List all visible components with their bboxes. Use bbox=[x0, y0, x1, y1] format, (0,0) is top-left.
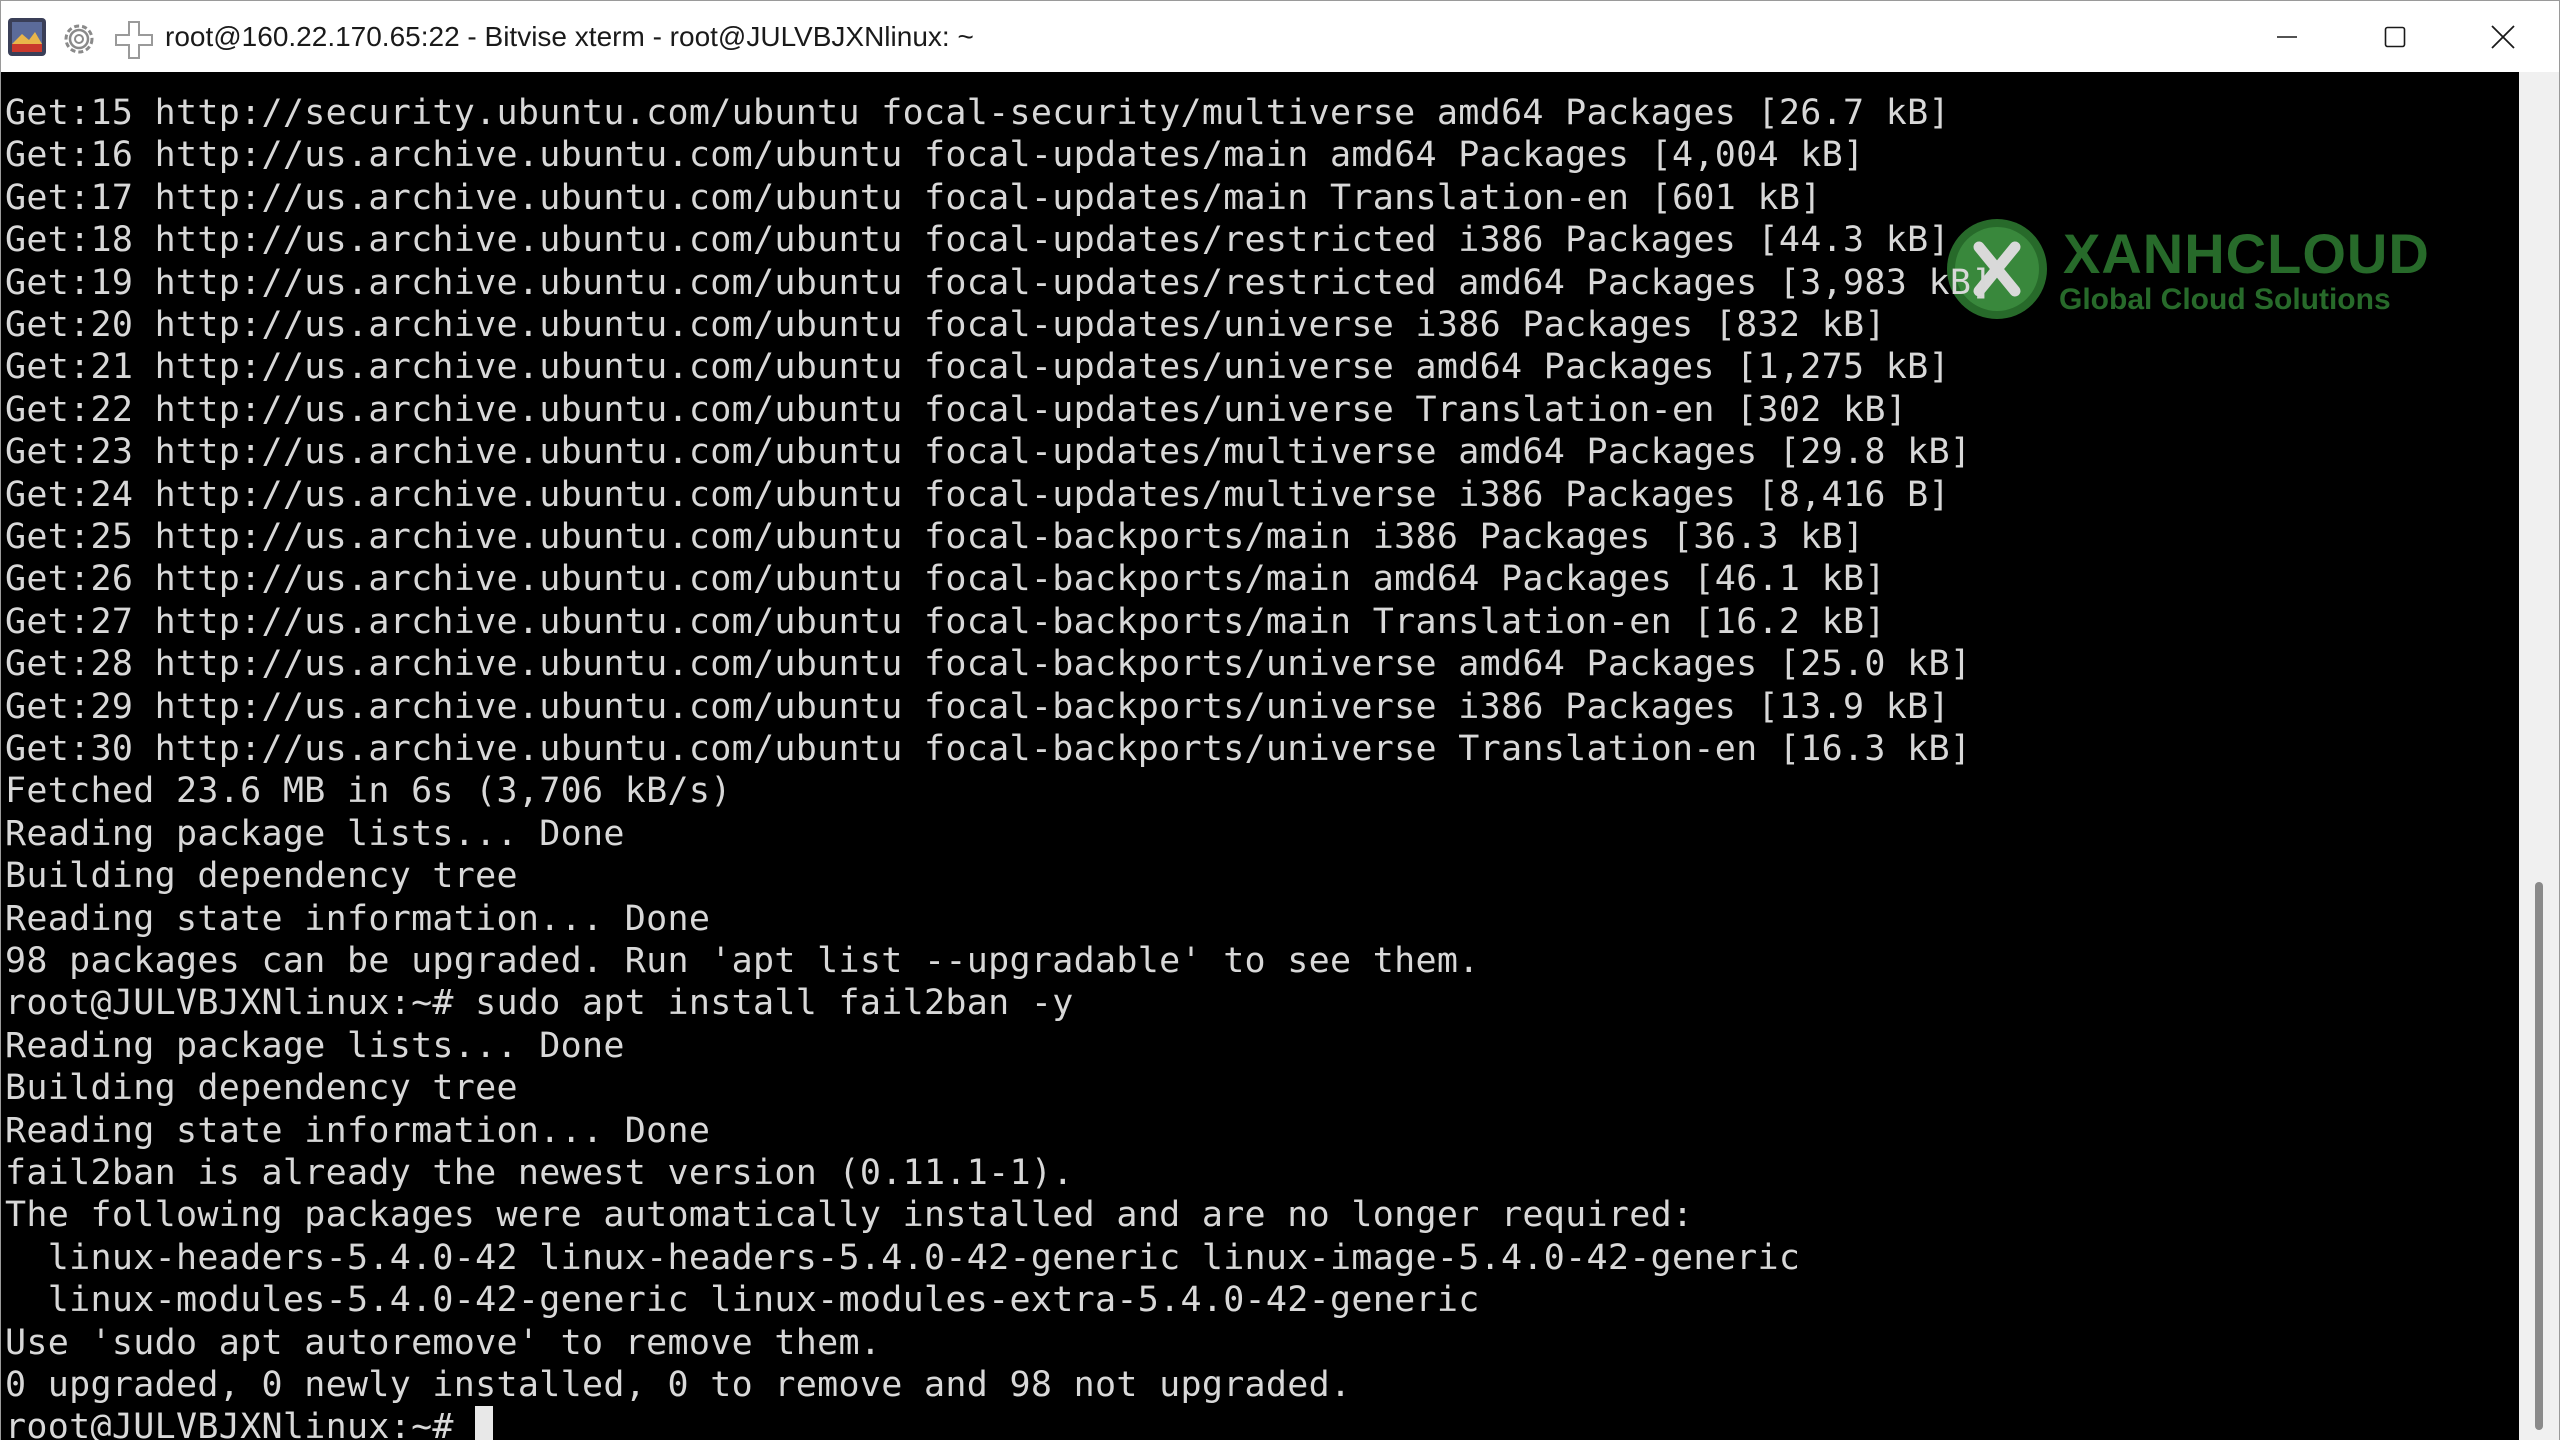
terminal-line: Reading state information... Done bbox=[5, 1110, 711, 1151]
terminal-line: Get:17 http://us.archive.ubuntu.com/ubun… bbox=[5, 177, 1822, 218]
maximize-icon bbox=[2384, 26, 2406, 47]
scrollbar-thumb[interactable] bbox=[2535, 882, 2543, 1430]
watermark-brand: XANHCLOUD bbox=[2063, 222, 2430, 285]
terminal-line: Get:26 http://us.archive.ubuntu.com/ubun… bbox=[5, 559, 1886, 600]
bitvise-app-icon[interactable] bbox=[7, 17, 47, 57]
terminal-line: fail2ban is already the newest version (… bbox=[5, 1153, 1074, 1193]
watermark-tagline: Global Cloud Solutions bbox=[2059, 283, 2391, 316]
terminal-line: root@JULVBJXNlinux:~# sudo apt install f… bbox=[5, 983, 1074, 1024]
xanhcloud-watermark: XANHCLOUD Global Cloud Solutions bbox=[1945, 217, 2465, 327]
terminal-line: Get:15 http://security.ubuntu.com/ubuntu… bbox=[5, 93, 1950, 133]
terminal-line: The following packages were automaticall… bbox=[5, 1195, 1694, 1236]
terminal-line: Building dependency tree bbox=[5, 856, 518, 897]
minimize-button[interactable] bbox=[2233, 1, 2341, 72]
terminal-line: Fetched 23.6 MB in 6s (3,706 kB/s) bbox=[5, 771, 732, 812]
terminal-line: Get:22 http://us.archive.ubuntu.com/ubun… bbox=[5, 389, 1908, 430]
terminal-line: Get:18 http://us.archive.ubuntu.com/ubun… bbox=[5, 220, 1950, 261]
terminal-line: Reading package lists... Done bbox=[5, 813, 625, 854]
terminal-line: linux-headers-5.4.0-42 linux-headers-5.4… bbox=[5, 1237, 1801, 1278]
vertical-scrollbar[interactable] bbox=[2519, 72, 2559, 1440]
terminal-line: Reading package lists... Done bbox=[5, 1025, 625, 1066]
terminal-line: Get:25 http://us.archive.ubuntu.com/ubun… bbox=[5, 517, 1865, 557]
terminal-line: Get:20 http://us.archive.ubuntu.com/ubun… bbox=[5, 305, 1886, 345]
terminal-line: Get:29 http://us.archive.ubuntu.com/ubun… bbox=[5, 686, 1950, 727]
gear-icon[interactable] bbox=[59, 19, 99, 59]
prompt-line[interactable]: root@JULVBJXNlinux:~# bbox=[5, 1406, 494, 1440]
terminal-line: Get:28 http://us.archive.ubuntu.com/ubun… bbox=[5, 644, 1972, 685]
close-icon bbox=[2491, 24, 2515, 49]
terminal-line: Get:27 http://us.archive.ubuntu.com/ubun… bbox=[5, 601, 1886, 642]
terminal-line: 0 upgraded, 0 newly installed, 0 to remo… bbox=[5, 1365, 1352, 1405]
terminal-line: Use 'sudo apt autoremove' to remove them… bbox=[5, 1322, 882, 1363]
terminal-output[interactable]: XANHCLOUD Global Cloud Solutions Get:15 … bbox=[1, 72, 2519, 1440]
terminal-line: Get:21 http://us.archive.ubuntu.com/ubun… bbox=[5, 347, 1950, 388]
terminal-line: Get:24 http://us.archive.ubuntu.com/ubun… bbox=[5, 474, 1950, 515]
terminal-line: linux-modules-5.4.0-42-generic linux-mod… bbox=[5, 1280, 1480, 1321]
close-button[interactable] bbox=[2449, 1, 2557, 72]
maximize-button[interactable] bbox=[2341, 1, 2449, 72]
terminal-line: Building dependency tree bbox=[5, 1068, 518, 1109]
terminal-line: Get:30 http://us.archive.ubuntu.com/ubun… bbox=[5, 729, 1972, 769]
terminal-line: Get:16 http://us.archive.ubuntu.com/ubun… bbox=[5, 135, 1865, 176]
minimize-icon bbox=[2277, 35, 2297, 38]
title-bar[interactable]: root@160.22.170.65:22 - Bitvise xterm - … bbox=[1, 1, 2559, 72]
terminal-line: Get:19 http://us.archive.ubuntu.com/ubun… bbox=[5, 262, 1993, 303]
new-terminal-icon[interactable] bbox=[113, 19, 155, 61]
shell-prompt: root@JULVBJXNlinux:~# bbox=[5, 1407, 476, 1440]
text-cursor bbox=[475, 1406, 494, 1440]
terminal-line: 98 packages can be upgraded. Run 'apt li… bbox=[5, 941, 1480, 981]
terminal-line: Get:23 http://us.archive.ubuntu.com/ubun… bbox=[5, 432, 1972, 473]
terminal-line: Reading state information... Done bbox=[5, 898, 711, 939]
window-title: root@160.22.170.65:22 - Bitvise xterm - … bbox=[165, 21, 974, 52]
xterm-window: root@160.22.170.65:22 - Bitvise xterm - … bbox=[0, 0, 2560, 1440]
